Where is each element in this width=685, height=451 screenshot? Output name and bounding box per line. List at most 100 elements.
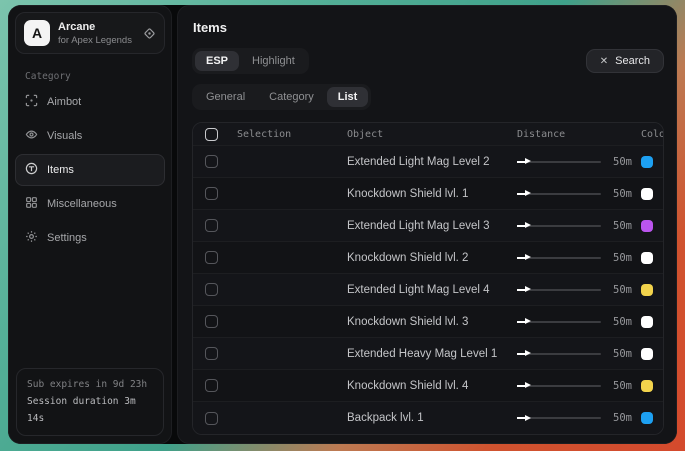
distance-value: 50m <box>613 252 632 264</box>
table-row: Knockdown Shield lvl. 1 50m <box>193 178 663 210</box>
distance-value: 50m <box>613 412 632 424</box>
slider-thumb[interactable] <box>525 190 531 196</box>
row-checkbox[interactable] <box>205 155 218 168</box>
view-tab-group: General Category List <box>192 84 371 110</box>
crosshair-icon <box>25 94 38 110</box>
color-swatch[interactable] <box>641 156 653 168</box>
sidebar-item-visuals[interactable]: Visuals <box>15 120 165 152</box>
color-swatch[interactable] <box>641 188 653 200</box>
diamond-icon[interactable] <box>143 27 156 40</box>
row-checkbox[interactable] <box>205 219 218 232</box>
sidebar-item-label: Miscellaneous <box>47 198 117 210</box>
gear-icon <box>25 230 38 246</box>
view-toolbar: General Category List <box>192 84 664 110</box>
slider-thumb[interactable] <box>525 350 531 356</box>
distance-cell: 50m <box>517 380 641 392</box>
distance-slider[interactable] <box>517 380 601 392</box>
slider-thumb[interactable] <box>525 254 531 260</box>
mode-toolbar: ESP Highlight ✕ Search <box>192 48 664 74</box>
slider-thumb[interactable] <box>525 158 531 164</box>
header-object: Object <box>347 129 517 140</box>
row-checkbox[interactable] <box>205 379 218 392</box>
color-cell <box>641 252 653 264</box>
grid-icon <box>25 196 38 212</box>
distance-slider[interactable] <box>517 284 601 296</box>
view-tab[interactable]: Category <box>258 87 325 107</box>
row-checkbox[interactable] <box>205 187 218 200</box>
distance-cell: 50m <box>517 348 641 360</box>
app-name: Arcane <box>58 21 132 33</box>
distance-slider[interactable] <box>517 220 601 232</box>
header-selection: Selection <box>237 129 347 140</box>
distance-slider[interactable] <box>517 188 601 200</box>
sidebar-item-label: Settings <box>47 232 87 244</box>
object-name: Knockdown Shield lvl. 2 <box>347 252 517 264</box>
table-row: Extended Light Mag Level 4 50m <box>193 274 663 306</box>
sidebar: A Arcane for Apex Legends Category <box>8 5 172 444</box>
color-swatch[interactable] <box>641 284 653 296</box>
app-subtitle: for Apex Legends <box>58 35 132 46</box>
distance-value: 50m <box>613 380 632 392</box>
distance-value: 50m <box>613 316 632 328</box>
select-all-checkbox[interactable] <box>205 128 218 141</box>
distance-cell: 50m <box>517 188 641 200</box>
slider-thumb[interactable] <box>525 222 531 228</box>
slider-thumb[interactable] <box>525 318 531 324</box>
table-row: Backpack lvl. 1 50m <box>193 402 663 434</box>
color-swatch[interactable] <box>641 252 653 264</box>
sidebar-item-label: Aimbot <box>47 96 81 108</box>
color-cell <box>641 348 653 360</box>
slider-thumb[interactable] <box>525 382 531 388</box>
row-checkbox[interactable] <box>205 251 218 264</box>
distance-slider[interactable] <box>517 412 601 424</box>
distance-slider[interactable] <box>517 348 601 360</box>
distance-cell: 50m <box>517 156 641 168</box>
distance-value: 50m <box>613 284 632 296</box>
mode-tab[interactable]: ESP <box>195 51 239 71</box>
distance-slider[interactable] <box>517 316 601 328</box>
sidebar-item-aimbot[interactable]: Aimbot <box>15 86 165 118</box>
table-row: Knockdown Shield lvl. 2 50m <box>193 242 663 274</box>
distance-cell: 50m <box>517 284 641 296</box>
row-checkbox[interactable] <box>205 283 218 296</box>
table-row: Extended Light Mag Level 3 50m <box>193 210 663 242</box>
category-label: Category <box>25 71 171 82</box>
color-cell <box>641 220 653 232</box>
search-button[interactable]: ✕ Search <box>586 49 664 73</box>
x-icon: ✕ <box>600 56 608 67</box>
color-cell <box>641 380 653 392</box>
slider-thumb[interactable] <box>525 415 531 421</box>
header-color: Color <box>641 129 664 140</box>
color-cell <box>641 156 653 168</box>
eye-icon <box>25 128 38 144</box>
color-swatch[interactable] <box>641 380 653 392</box>
object-name: Extended Heavy Mag Level 1 <box>347 348 517 360</box>
sidebar-item-settings[interactable]: Settings <box>15 222 165 254</box>
color-swatch[interactable] <box>641 348 653 360</box>
color-cell <box>641 284 653 296</box>
row-checkbox[interactable] <box>205 412 218 425</box>
search-button-label: Search <box>615 55 650 67</box>
table-row: Extended Heavy Mag Level 1 50m <box>193 338 663 370</box>
sidebar-item-items[interactable]: Items <box>15 154 165 186</box>
sidebar-item-miscellaneous[interactable]: Miscellaneous <box>15 188 165 220</box>
main-panel: Items ESP Highlight ✕ Search General Cat <box>177 5 677 444</box>
distance-slider[interactable] <box>517 156 601 168</box>
mode-tab[interactable]: Highlight <box>241 51 306 71</box>
distance-value: 50m <box>613 220 632 232</box>
row-checkbox[interactable] <box>205 347 218 360</box>
slider-thumb[interactable] <box>525 286 531 292</box>
color-swatch[interactable] <box>641 316 653 328</box>
object-name: Knockdown Shield lvl. 4 <box>347 380 517 392</box>
package-icon <box>25 162 38 178</box>
color-swatch[interactable] <box>641 220 653 232</box>
view-tab[interactable]: List <box>327 87 369 107</box>
items-table: Selection Object Distance Color Extended… <box>192 122 664 435</box>
row-checkbox[interactable] <box>205 315 218 328</box>
distance-value: 50m <box>613 188 632 200</box>
color-cell <box>641 316 653 328</box>
table-row: Knockdown Shield lvl. 4 50m <box>193 370 663 402</box>
distance-slider[interactable] <box>517 252 601 264</box>
view-tab[interactable]: General <box>195 87 256 107</box>
color-swatch[interactable] <box>641 412 653 424</box>
